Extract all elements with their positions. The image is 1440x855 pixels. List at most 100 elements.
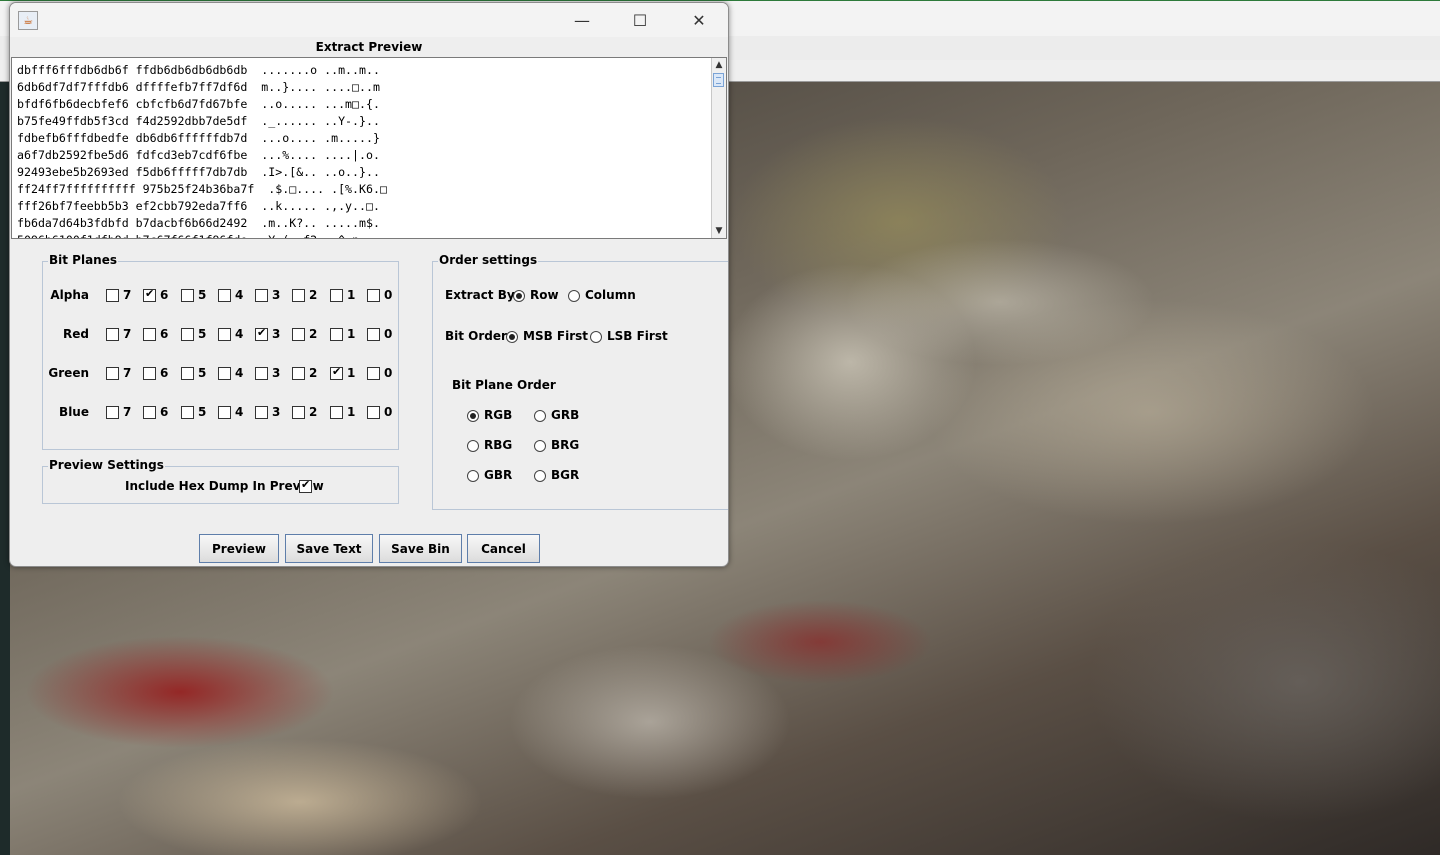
- preview-vertical-scrollbar[interactable]: ▲ ▼: [711, 58, 726, 238]
- scroll-up-arrow-icon[interactable]: ▲: [712, 58, 726, 72]
- bit-plane-row-label: Green: [48, 366, 89, 380]
- extract-preview-label: Extract Preview: [315, 40, 423, 54]
- bit-checkbox-red-5[interactable]: [181, 328, 194, 341]
- bit-checkbox-green-0[interactable]: [367, 367, 380, 380]
- bit-checkbox-alpha-4[interactable]: [218, 289, 231, 302]
- order-settings-title: Order settings: [438, 253, 539, 267]
- bit-checkbox-blue-2[interactable]: [292, 406, 305, 419]
- bit-order-msb-radio[interactable]: [506, 331, 518, 343]
- maximize-button[interactable]: ☐: [611, 3, 669, 37]
- bit-number-label: 7: [123, 327, 132, 341]
- bit-number-label: 3: [272, 288, 281, 302]
- bit-checkbox-alpha-1[interactable]: [330, 289, 343, 302]
- bit-number-label: 5: [198, 366, 207, 380]
- bit-checkbox-green-5[interactable]: [181, 367, 194, 380]
- extract-by-column-radio[interactable]: [568, 290, 580, 302]
- bit-checkbox-red-7[interactable]: [106, 328, 119, 341]
- bit-checkbox-green-6[interactable]: [143, 367, 156, 380]
- save-bin-button[interactable]: Save Bin: [379, 534, 462, 563]
- bit-checkbox-blue-3[interactable]: [255, 406, 268, 419]
- bit-number-label: 6: [160, 288, 169, 302]
- plane-order-gbr-radio[interactable]: [467, 470, 479, 482]
- bit-checkbox-green-1[interactable]: [330, 365, 343, 380]
- bit-number-label: 0: [384, 366, 393, 380]
- bit-number-label: 1: [347, 327, 356, 341]
- bit-checkbox-alpha-2[interactable]: [292, 289, 305, 302]
- bit-order-msb-label: MSB First: [523, 329, 589, 343]
- bit-checkbox-red-0[interactable]: [367, 328, 380, 341]
- bit-checkbox-alpha-5[interactable]: [181, 289, 194, 302]
- bit-plane-order-label: Bit Plane Order: [452, 378, 556, 392]
- preview-settings-group: Preview Settings Include Hex Dump In Pre…: [42, 458, 399, 504]
- scroll-down-arrow-icon[interactable]: ▼: [712, 224, 726, 238]
- bit-plane-row-label: Alpha: [50, 288, 89, 302]
- bit-checkbox-blue-0[interactable]: [367, 406, 380, 419]
- bit-planes-group: Bit Planes Alpha 7 6 5 4 3 2 1 0 Red 7 6 5 4 3 2 1 0 Green…: [42, 253, 399, 450]
- close-button[interactable]: ✕: [670, 3, 728, 37]
- bit-number-label: 4: [235, 405, 244, 419]
- include-hexdump-label: Include Hex Dump In Preview: [125, 479, 324, 493]
- plane-order-gbr-label: GBR: [484, 468, 513, 482]
- scrollbar-thumb[interactable]: [713, 73, 724, 87]
- plane-order-bgr-radio[interactable]: [534, 470, 546, 482]
- bit-checkbox-red-1[interactable]: [330, 328, 343, 341]
- preview-settings-title: Preview Settings: [48, 458, 165, 472]
- bit-checkbox-green-7[interactable]: [106, 367, 119, 380]
- plane-order-rgb-radio[interactable]: [467, 410, 479, 422]
- bit-number-label: 5: [198, 405, 207, 419]
- extract-preview-dialog: ☕ — ☐ ✕ Extract Preview dbfff6fffdb6db6f…: [9, 2, 729, 567]
- bit-checkbox-blue-1[interactable]: [330, 406, 343, 419]
- bit-number-label: 1: [347, 366, 356, 380]
- bit-number-label: 2: [309, 366, 318, 380]
- bit-checkbox-alpha-3[interactable]: [255, 289, 268, 302]
- bit-checkbox-green-2[interactable]: [292, 367, 305, 380]
- bit-number-label: 1: [347, 288, 356, 302]
- bit-checkbox-alpha-0[interactable]: [367, 289, 380, 302]
- bit-order-lsb-label: LSB First: [607, 329, 668, 343]
- bit-number-label: 3: [272, 366, 281, 380]
- plane-order-rbg-radio[interactable]: [467, 440, 479, 452]
- bit-checkbox-green-3[interactable]: [255, 367, 268, 380]
- bit-checkbox-alpha-7[interactable]: [106, 289, 119, 302]
- bit-order-lsb-radio[interactable]: [590, 331, 602, 343]
- bit-number-label: 0: [384, 288, 393, 302]
- dialog-titlebar[interactable]: ☕ — ☐ ✕: [10, 3, 728, 37]
- bit-number-label: 6: [160, 327, 169, 341]
- extract-preview-textarea[interactable]: dbfff6fffdb6db6f ffdb6db6db6db6db ......…: [11, 57, 727, 239]
- java-cup-icon[interactable]: ☕: [18, 11, 38, 30]
- bit-checkbox-green-4[interactable]: [218, 367, 231, 380]
- bit-number-label: 0: [384, 327, 393, 341]
- plane-order-brg-radio[interactable]: [534, 440, 546, 452]
- bit-number-label: 2: [309, 405, 318, 419]
- extract-by-column-label: Column: [585, 288, 636, 302]
- bit-checkbox-blue-6[interactable]: [143, 406, 156, 419]
- bit-checkbox-blue-4[interactable]: [218, 406, 231, 419]
- plane-order-rgb-label: RGB: [484, 408, 513, 422]
- bit-number-label: 5: [198, 288, 207, 302]
- bit-checkbox-alpha-6[interactable]: [143, 287, 156, 302]
- bit-number-label: 5: [198, 327, 207, 341]
- minimize-button[interactable]: —: [553, 3, 611, 37]
- bit-number-label: 1: [347, 405, 356, 419]
- bit-number-label: 7: [123, 405, 132, 419]
- bit-checkbox-blue-5[interactable]: [181, 406, 194, 419]
- bit-checkbox-blue-7[interactable]: [106, 406, 119, 419]
- plane-order-grb-radio[interactable]: [534, 410, 546, 422]
- bit-number-label: 6: [160, 405, 169, 419]
- bit-plane-row-label: Blue: [59, 405, 89, 419]
- bit-checkbox-red-4[interactable]: [218, 328, 231, 341]
- include-hexdump-checkbox[interactable]: [299, 478, 312, 493]
- cancel-button[interactable]: Cancel: [467, 534, 540, 563]
- bit-checkbox-red-6[interactable]: [143, 328, 156, 341]
- save-text-button[interactable]: Save Text: [285, 534, 373, 563]
- extract-by-label: Extract By: [445, 288, 515, 302]
- extract-by-row-radio[interactable]: [513, 290, 525, 302]
- bit-plane-row-label: Red: [63, 327, 89, 341]
- bit-checkbox-red-3[interactable]: [255, 326, 268, 341]
- bit-order-label: Bit Order: [445, 329, 507, 343]
- preview-hex-dump: dbfff6fffdb6db6f ffdb6db6db6db6db ......…: [17, 63, 387, 238]
- bit-number-label: 2: [309, 327, 318, 341]
- preview-button[interactable]: Preview: [199, 534, 279, 563]
- bit-number-label: 6: [160, 366, 169, 380]
- bit-checkbox-red-2[interactable]: [292, 328, 305, 341]
